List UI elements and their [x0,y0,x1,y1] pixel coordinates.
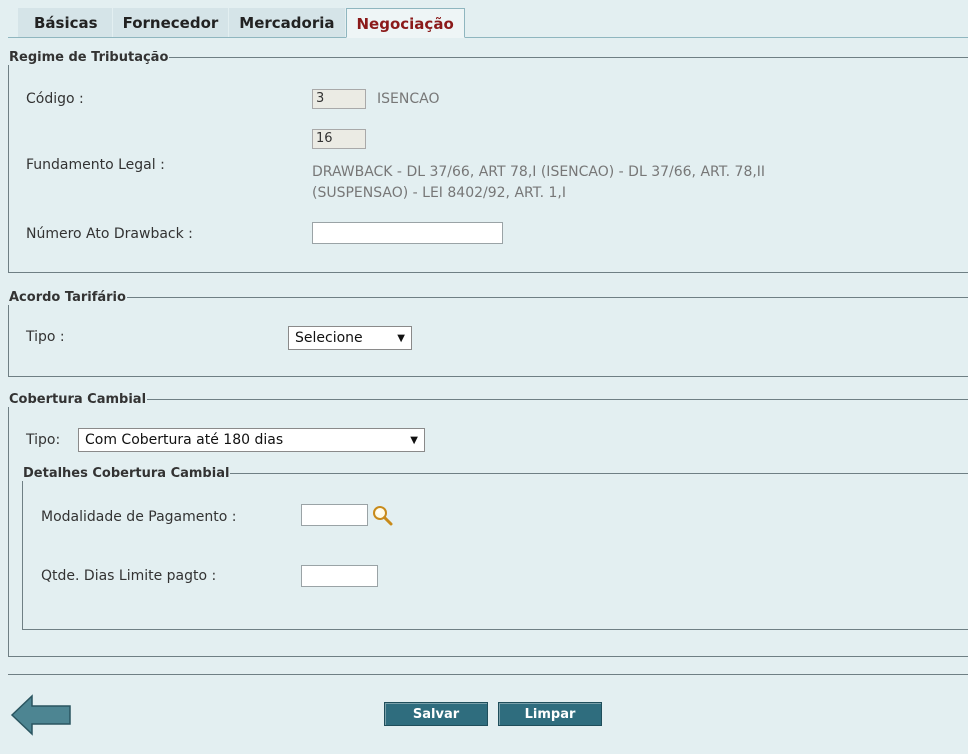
qtde-dias-input[interactable] [301,565,378,587]
footer-divider [8,674,968,675]
detalhes-cobertura-fieldset: Detalhes Cobertura Cambial [22,466,968,630]
cobertura-tipo-selected: Com Cobertura até 180 dias [85,432,284,448]
fundamento-description-line1: DRAWBACK - DL 37/66, ART 78,I (ISENCAO) … [312,164,766,180]
tab-mercadoria[interactable]: Mercadoria [229,8,346,38]
detalhes-cobertura-legend: Detalhes Cobertura Cambial [23,466,230,481]
tab-basicas[interactable]: Básicas [18,8,113,38]
dropdown-arrow-icon: ▼ [397,332,405,344]
back-arrow-icon[interactable] [10,693,72,737]
cobertura-tipo-label: Tipo: [26,432,61,448]
acordo-tarifario-fieldset: Acordo Tarifário [8,290,968,377]
fundamento-field: 16 [312,129,366,149]
tab-fornecedor[interactable]: Fornecedor [112,8,230,38]
modalidade-label: Modalidade de Pagamento : [41,509,237,525]
tab-negociacao[interactable]: Negociação [345,8,465,38]
tab-bar: Básicas Fornecedor Mercadoria Negociação [18,8,465,38]
acordo-tipo-label: Tipo : [26,329,65,345]
modalidade-input[interactable] [301,504,368,526]
dropdown-arrow-icon: ▼ [410,434,418,446]
search-icon[interactable] [372,505,394,527]
numero-ato-label: Número Ato Drawback : [26,226,193,242]
cobertura-cambial-legend: Cobertura Cambial [9,392,147,407]
tab-divider [8,37,968,38]
fundamento-label: Fundamento Legal : [26,157,165,173]
codigo-label: Código : [26,91,84,107]
acordo-tarifario-legend: Acordo Tarifário [9,290,126,305]
codigo-field: 3 [312,89,366,109]
qtde-dias-label: Qtde. Dias Limite pagto : [41,568,217,584]
codigo-description: ISENCAO [377,91,440,107]
salvar-button[interactable]: Salvar [384,702,488,726]
cobertura-tipo-select[interactable]: Com Cobertura até 180 dias ▼ [78,428,425,452]
regime-tributacao-legend: Regime de Tributação [9,50,169,65]
acordo-tipo-selected: Selecione [295,330,363,346]
fundamento-description-line2: (SUSPENSAO) - LEI 8402/92, ART. 1,I [312,185,567,201]
acordo-tipo-select[interactable]: Selecione ▼ [288,326,412,350]
limpar-button[interactable]: Limpar [498,702,602,726]
numero-ato-input[interactable] [312,222,503,244]
